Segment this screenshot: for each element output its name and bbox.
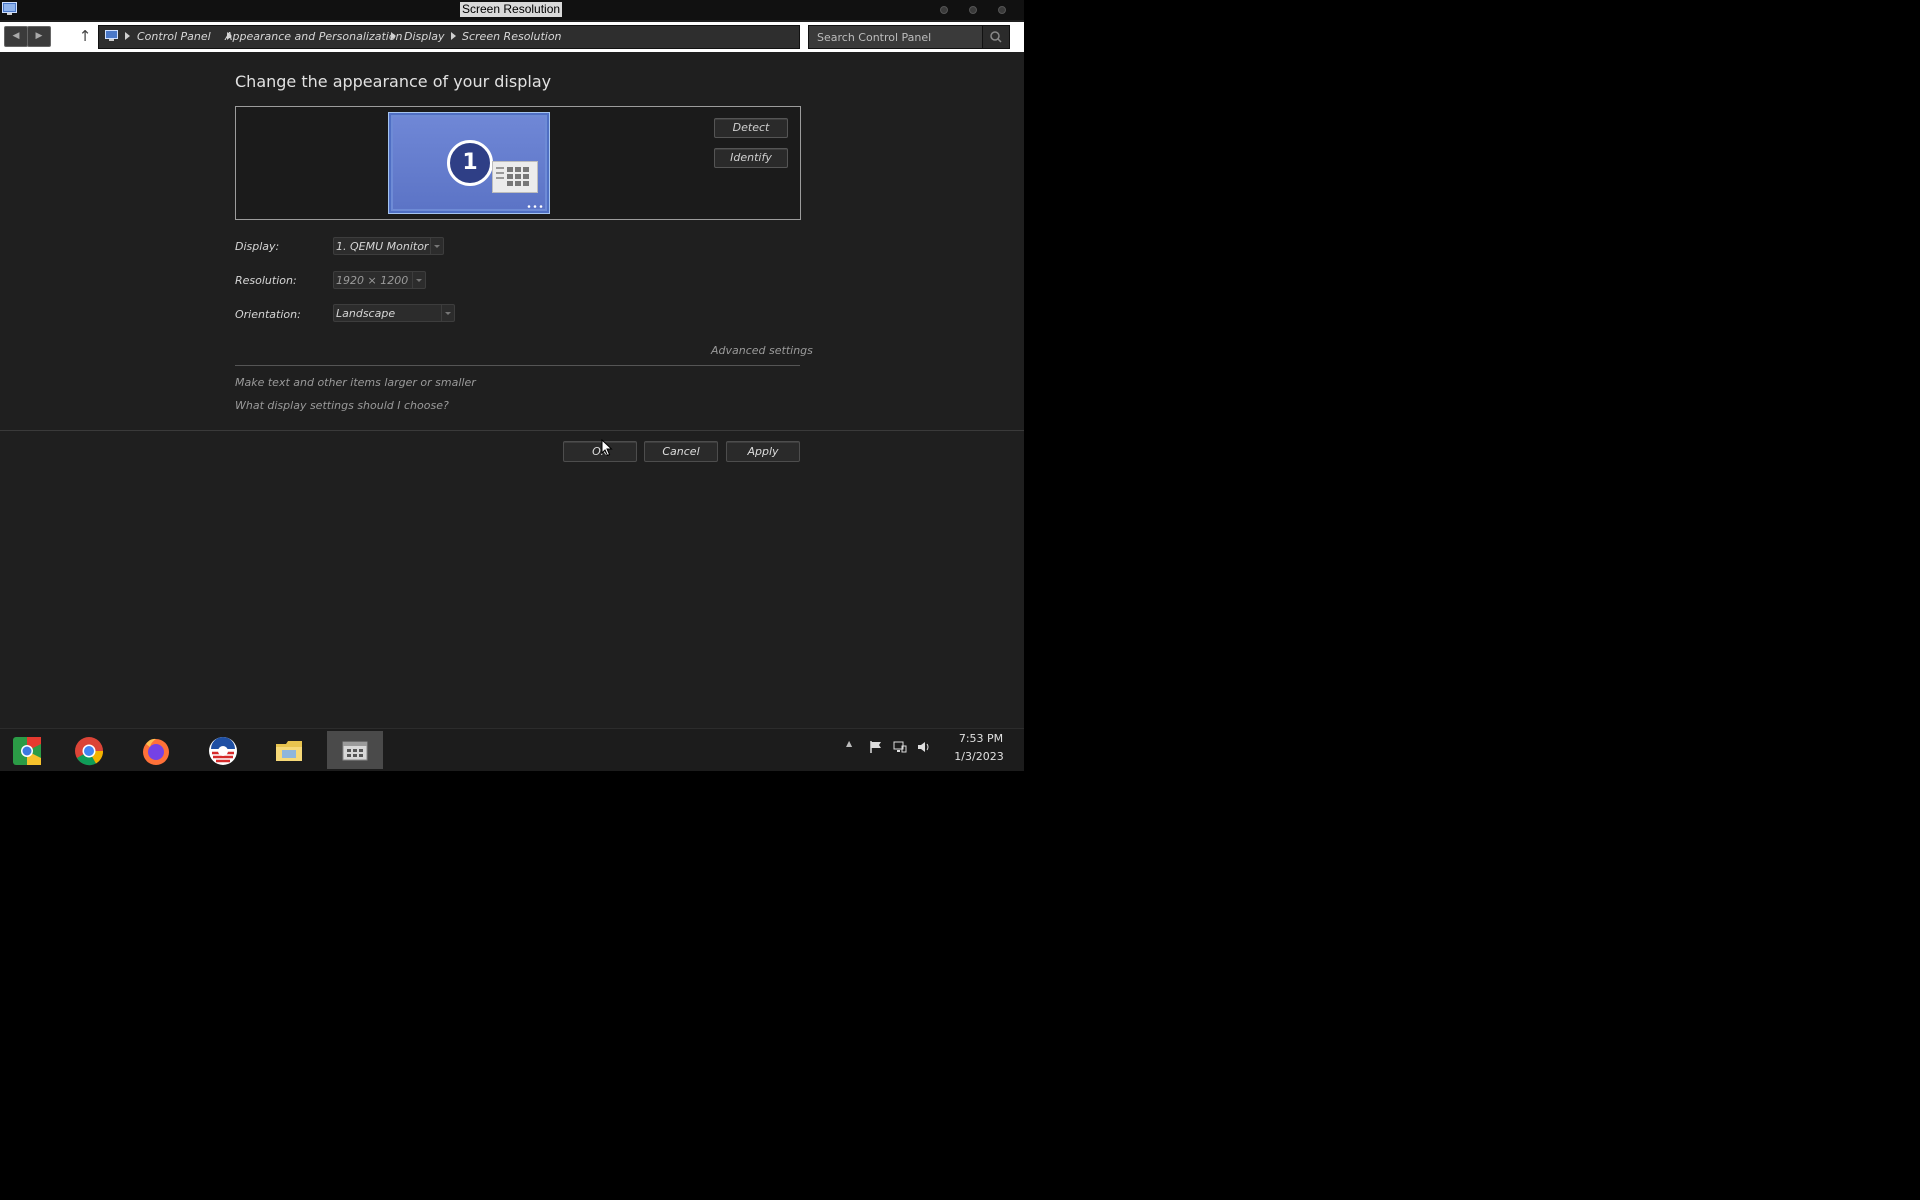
identify-button[interactable]: Identify — [714, 148, 788, 168]
address-bar[interactable]: Control Panel Appearance and Personaliza… — [98, 25, 896, 49]
monitor-window-icon — [492, 161, 538, 193]
ok-button[interactable]: OK — [563, 441, 637, 462]
obama-logo-icon — [209, 737, 237, 765]
cancel-button[interactable]: Cancel — [644, 441, 718, 462]
breadcrumb-display[interactable]: Display — [404, 29, 445, 45]
advanced-settings-link[interactable]: Advanced settings — [711, 344, 813, 357]
network-icon[interactable] — [893, 740, 907, 754]
breadcrumb-screen-resolution[interactable]: Screen Resolution — [462, 29, 562, 45]
search-box[interactable] — [808, 25, 1010, 49]
display-value: 1. QEMU Monitor — [336, 240, 429, 253]
resolution-dropdown[interactable]: 1920 × 1200 — [333, 271, 426, 289]
page-title: Change the appearance of your display — [235, 72, 552, 91]
close-button[interactable] — [998, 6, 1006, 14]
taskbar-chrome[interactable] — [65, 731, 111, 769]
breadcrumb-control-panel[interactable]: Control Panel — [137, 29, 211, 45]
taskbar-firefox[interactable] — [132, 731, 178, 769]
monitor-1-thumbnail[interactable]: 1 — [388, 112, 550, 214]
show-hidden-icons-button[interactable]: ▲ — [846, 739, 852, 748]
taskbar: ▲ 7:53 PM 1/3/2023 — [0, 728, 1024, 771]
chrome-canary-icon — [13, 737, 41, 765]
search-input[interactable] — [809, 26, 981, 48]
taskbar-obama-logo[interactable] — [199, 731, 245, 769]
divider — [235, 365, 800, 366]
detect-button[interactable]: Detect — [714, 118, 788, 138]
control-panel-icon — [105, 30, 118, 41]
mouse-cursor-icon — [601, 439, 613, 457]
orientation-label: Orientation: — [235, 308, 301, 321]
taskbar-chrome-canary[interactable] — [3, 731, 49, 769]
breadcrumb-appearance[interactable]: Appearance and Personalization — [225, 29, 403, 45]
screen-resolution-window: Screen Resolution ◀ ▶ ↑ Control Panel Ap… — [0, 0, 1024, 728]
forward-button[interactable]: ▶ — [27, 26, 51, 47]
up-level-button[interactable]: ↑ — [78, 27, 92, 45]
action-center-flag-icon[interactable] — [869, 740, 883, 754]
orientation-value: Landscape — [336, 307, 396, 320]
resolution-label: Resolution: — [235, 274, 297, 287]
window-title: Screen Resolution — [460, 2, 563, 17]
taskbar-dots-icon — [527, 205, 543, 208]
back-button[interactable]: ◀ — [4, 26, 28, 47]
file-explorer-icon — [276, 741, 302, 761]
breadcrumb-separator-icon[interactable] — [451, 32, 456, 40]
display-help-link[interactable]: What display settings should I choose? — [235, 399, 449, 412]
control-panel-app-icon — [2, 2, 17, 15]
monitor-number: 1 — [447, 140, 493, 186]
volume-icon[interactable] — [917, 740, 931, 754]
clock-time[interactable]: 7:53 PM — [955, 732, 1007, 745]
clock-date[interactable]: 1/3/2023 — [948, 750, 1010, 763]
minimize-button[interactable] — [940, 6, 948, 14]
navigation-bar: ◀ ▶ ↑ Control Panel Appearance and Perso… — [0, 22, 1024, 52]
text-size-link[interactable]: Make text and other items larger or smal… — [235, 376, 476, 389]
resolution-value: 1920 × 1200 — [336, 274, 409, 287]
control-panel-icon — [342, 741, 368, 761]
chevron-down-icon — [430, 238, 443, 254]
breadcrumb-separator-icon[interactable] — [125, 32, 130, 40]
chrome-icon — [75, 737, 104, 766]
maximize-button[interactable] — [969, 6, 977, 14]
chevron-down-icon — [441, 305, 454, 321]
title-bar[interactable]: Screen Resolution — [0, 0, 1024, 20]
display-preview-panel: 1 Detect Identify — [235, 106, 801, 220]
apply-button[interactable]: Apply — [726, 441, 800, 462]
orientation-dropdown[interactable]: Landscape — [333, 304, 455, 322]
taskbar-control-panel[interactable] — [327, 731, 383, 769]
taskbar-file-explorer[interactable] — [265, 731, 311, 769]
display-dropdown[interactable]: 1. QEMU Monitor — [333, 237, 444, 255]
divider — [0, 430, 1024, 431]
firefox-icon — [143, 738, 169, 765]
search-icon[interactable] — [982, 26, 1009, 48]
breadcrumb-separator-icon[interactable] — [391, 32, 396, 40]
chevron-down-icon — [412, 272, 425, 288]
display-label: Display: — [235, 240, 280, 253]
